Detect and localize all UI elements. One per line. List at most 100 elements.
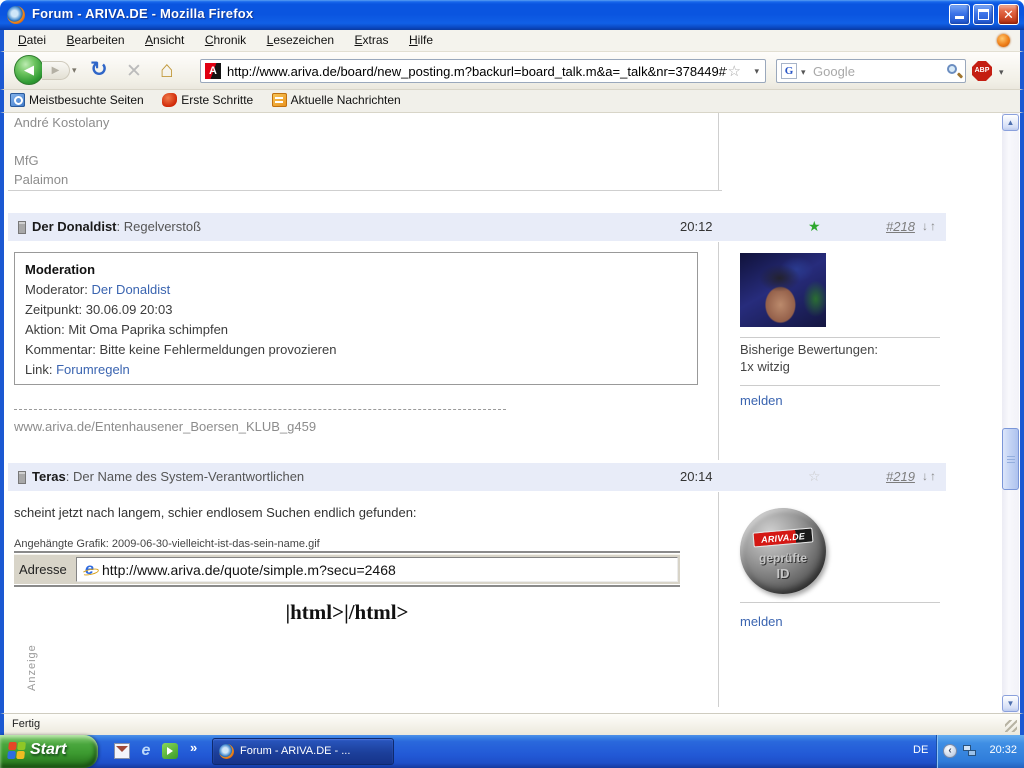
scrollbar-thumb[interactable] [1002,428,1019,490]
adblock-icon[interactable]: ABP [972,61,992,81]
bookmark-most-visited[interactable]: Meistbesuchte Seiten [10,93,144,107]
scroll-up-button[interactable]: ▲ [1002,114,1019,131]
bookmark-latest-news[interactable]: Aktuelle Nachrichten [272,93,401,107]
firefox-window: Forum - ARIVA.DE - Mozilla Firefox ✕ Dat… [0,0,1024,768]
firefox-task-button[interactable]: Forum - ARIVA.DE - ... [212,738,394,765]
post-sheet-icon [18,221,26,234]
url-dropdown-icon[interactable]: ▾ [754,66,759,77]
post-body-text: scheint jetzt nach langem, schier endlos… [14,505,417,520]
report-link[interactable]: melden [740,393,783,408]
address-label: Adresse [19,562,67,577]
prev-post-text: MfG [14,153,39,168]
post-author-link[interactable]: Der Donaldist [32,219,117,234]
quick-launch-bar: e » [108,735,208,768]
post-number-link[interactable]: #219 [886,469,915,484]
address-field: e http://www.ariva.de/quote/simple.m?sec… [76,557,678,582]
status-text: Fertig [12,718,40,730]
firefox-icon [7,6,25,24]
language-indicator[interactable]: DE [913,744,928,756]
reload-button[interactable]: ↻ [90,57,108,82]
signature-link[interactable]: www.ariva.de/Entenhausener_Boersen_KLUB_… [14,419,316,434]
prev-post-author-signature: Palaimon [14,172,68,187]
rating-star-icon[interactable]: ☆ [808,468,821,485]
back-button[interactable]: ◀ [14,55,44,85]
home-button[interactable]: ⌂ [160,56,174,83]
resize-grip[interactable] [1005,720,1017,732]
menu-hilfe[interactable]: Hilfe [401,30,441,47]
site-favicon: A [205,63,221,79]
post-author-link[interactable]: Teras [32,469,66,484]
clock: 20:32 [989,744,1017,756]
bookmark-star-icon[interactable]: ☆ [728,62,741,80]
moderation-box: Moderation Moderator: Der Donaldist Zeit… [14,252,698,385]
sidebar-divider [718,242,719,460]
hide-icons-arrow[interactable]: ‹ [943,744,957,758]
close-button[interactable]: ✕ [998,4,1019,25]
rating-star-icon[interactable]: ★ [808,218,821,235]
task-button-label: Forum - ARIVA.DE - ... [240,745,350,757]
mail-quicklaunch-icon[interactable] [114,743,130,759]
engine-dropdown-icon[interactable]: ▾ [801,67,806,78]
menu-lesezeichen[interactable]: Lesezeichen [259,30,342,47]
menu-extras[interactable]: Extras [347,30,397,47]
forum-rules-link[interactable]: Forumregeln [56,362,130,377]
menu-ansicht[interactable]: Ansicht [137,30,192,47]
url-bar[interactable]: A ☆ ▾ [200,59,766,83]
network-icon[interactable] [963,745,977,757]
sidebar-divider [718,492,719,707]
verified-id-badge: ARIVA.DE geprüfte ID [740,508,826,594]
forward-button[interactable]: ▶ [42,61,70,80]
bookmarks-toolbar: Meistbesuchte Seiten Erste Schritte Aktu… [0,90,1024,113]
post-nav-arrows[interactable]: ↓↑ [922,469,938,483]
menubar: Datei Bearbeiten Ansicht Chronik Lesezei… [0,30,1024,52]
start-button[interactable]: Start [0,735,98,768]
search-icon[interactable] [947,64,957,74]
menu-datei[interactable]: Datei [10,30,54,47]
menu-bearbeiten[interactable]: Bearbeiten [58,30,132,47]
feed-folder-icon [272,93,287,107]
sidebar-rule [740,385,940,386]
firefox-bookmark-icon [162,93,177,107]
addon-icon[interactable] [997,34,1010,47]
taskbar: Start e » Forum - ARIVA.DE - ... DE ‹ 20… [0,735,1024,768]
adblock-dropdown-icon[interactable]: ▾ [999,67,1004,78]
post-divider [8,190,722,191]
minimize-button[interactable] [949,4,970,25]
maximize-button[interactable] [973,4,994,25]
quicklaunch-overflow-chevron[interactable]: » [190,740,197,755]
ratings-value: 1x witzig [740,359,790,374]
media-quicklaunch-icon[interactable] [162,743,178,759]
google-engine-icon[interactable]: G [781,63,797,79]
post-number-link[interactable]: #218 [886,219,915,234]
url-input[interactable] [227,61,727,81]
scroll-down-button[interactable]: ▼ [1002,695,1019,712]
post-time: 20:12 [680,219,713,234]
moderation-heading: Moderation [25,260,687,280]
ie-quicklaunch-icon[interactable]: e [138,743,154,759]
page-content: André Kostolany MfG Palaimon Der Donaldi… [0,113,1024,713]
moderator-link[interactable]: Der Donaldist [92,282,171,297]
image-toolbar-edge [14,584,680,588]
folder-search-icon [10,93,25,107]
statusbar: Fertig [0,713,1024,735]
stop-button[interactable]: ✕ [126,60,142,83]
windows-flag-icon [7,742,27,760]
ie-page-icon: e [81,561,98,578]
ratings-label: Bisherige Bewertungen: [740,342,878,357]
start-label: Start [30,741,66,759]
image-caption-text: |html>|/html> [14,600,680,625]
post-219-header: Teras: Der Name des System-Verantwortlic… [8,463,946,491]
search-input[interactable] [813,61,931,81]
navigation-toolbar: ◀ ▶ ▾ ↻ ✕ ⌂ A ☆ ▾ G ▾ ABP ▾ [0,52,1024,90]
prev-post-text: André Kostolany [14,115,109,130]
attached-image: Adresse e http://www.ariva.de/quote/simp… [14,551,680,625]
report-link[interactable]: melden [740,614,783,629]
history-dropdown-icon[interactable]: ▾ [72,65,77,76]
menu-chronik[interactable]: Chronik [197,30,254,47]
post-nav-arrows[interactable]: ↓↑ [922,219,938,233]
vertical-scrollbar[interactable]: ▲ ▼ [1002,113,1019,713]
search-box[interactable]: G ▾ [776,59,966,83]
sidebar-rule [740,337,940,338]
bookmark-getting-started[interactable]: Erste Schritte [162,93,253,107]
window-title: Forum - ARIVA.DE - Mozilla Firefox [32,6,253,21]
